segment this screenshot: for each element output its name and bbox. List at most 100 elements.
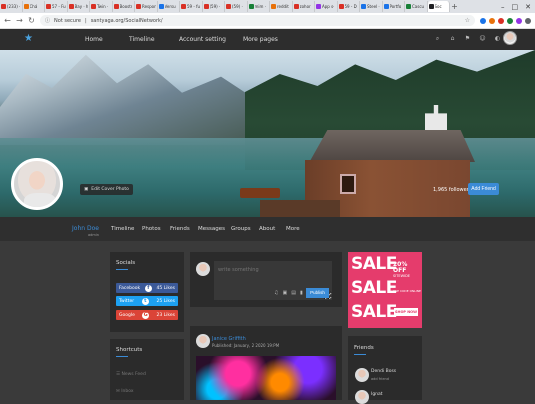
shortcut-news-feed[interactable]: ☰ News Feed <box>116 372 146 377</box>
tab-title: Versu <box>164 4 176 9</box>
bookmark-star-icon[interactable]: ☆ <box>465 17 470 24</box>
video-icon[interactable]: ▤ <box>291 290 296 296</box>
shortcut-inbox[interactable]: ✉ Inbox <box>116 389 134 394</box>
extension-icon[interactable] <box>516 17 522 24</box>
favicon-icon <box>293 4 299 9</box>
friend-avatar[interactable] <box>355 390 369 404</box>
sale-advertisement[interactable]: SALE SALE SALE 20% OFF SITEWIDE USE CODE… <box>348 252 422 328</box>
nav-timeline[interactable]: Timeline <box>129 29 155 50</box>
post-date: Published: January, 2 2020 19:PM <box>212 343 280 348</box>
browser-tab[interactable]: Twin · <box>90 1 113 12</box>
tab-photos[interactable]: Photos <box>142 217 161 241</box>
edit-cover-label: Edit Cover Photo <box>91 187 129 192</box>
browser-tab[interactable]: Versu <box>158 1 180 12</box>
user-avatar[interactable] <box>503 31 517 45</box>
browser-tab[interactable]: (59) · <box>203 1 225 12</box>
friends-title: Friends <box>354 345 374 351</box>
notification-icon[interactable]: ⚑ <box>464 33 471 45</box>
browser-tab[interactable]: Bay · ha <box>68 1 90 12</box>
browser-tab[interactable]: Chá <box>23 1 45 12</box>
favicon-icon <box>271 4 276 9</box>
file-icon[interactable]: ▮ <box>300 290 303 296</box>
extension-icon[interactable] <box>480 17 486 24</box>
social-facebook[interactable]: Facebook f 45 Likes <box>116 283 178 293</box>
social-count: 25 Likes <box>156 298 175 304</box>
tab-title: Twin · <box>97 4 109 9</box>
nav-home[interactable]: Home <box>85 29 103 50</box>
url-text: santyaga.org/SocialNetwork/ <box>90 17 163 24</box>
browser-tab[interactable]: reddit <box>270 1 293 12</box>
tab-title: 59 - D <box>344 4 357 9</box>
post-author-name[interactable]: Janice Griffith <box>212 336 246 342</box>
favicon-icon <box>23 4 29 9</box>
tab-about[interactable]: About <box>259 217 275 241</box>
profile-avatar[interactable] <box>11 158 63 210</box>
browser-tab[interactable]: Respon <box>135 1 158 12</box>
browser-tab[interactable]: 59 - fu <box>180 1 203 12</box>
tab-messages[interactable]: Messages <box>198 217 225 241</box>
post-author-avatar[interactable] <box>196 334 210 348</box>
post-image[interactable] <box>196 356 336 400</box>
friend-avatar[interactable] <box>355 368 369 382</box>
browser-tab[interactable]: zohor <box>293 1 315 12</box>
image-icon[interactable]: ▣ <box>282 290 287 296</box>
favicon-icon <box>68 4 74 9</box>
browser-tab[interactable]: App s· <box>315 1 338 12</box>
extension-icon[interactable] <box>489 17 495 24</box>
new-tab-icon[interactable]: + <box>450 2 459 11</box>
friend-sub[interactable]: add friend <box>371 377 389 381</box>
tab-friends[interactable]: Friends <box>170 217 190 241</box>
tab-title: Respon <box>142 4 156 9</box>
browser-tab[interactable]: Cascu <box>405 1 428 12</box>
edit-cover-button[interactable]: ▣ Edit Cover Photo <box>80 184 133 195</box>
reload-icon[interactable]: ↻ <box>28 16 35 25</box>
tab-title: Portfo <box>389 4 402 9</box>
social-twitter[interactable]: Twitter t 25 Likes <box>116 296 178 306</box>
not-secure-icon: ⓘ <box>45 18 51 24</box>
browser-tab[interactable]: (59) · <box>225 1 248 12</box>
browser-tab[interactable]: 59 - D <box>338 1 360 12</box>
back-icon[interactable]: ← <box>4 16 11 25</box>
browser-tab[interactable]: Steel · <box>360 1 383 12</box>
tab-timeline[interactable]: Timeline <box>111 217 134 241</box>
tab-title: Soc <box>434 4 442 9</box>
forward-icon[interactable]: → <box>16 16 23 25</box>
browser-tab[interactable]: Soc <box>427 1 450 12</box>
tab-groups[interactable]: Groups <box>231 217 251 241</box>
cover-cabin <box>260 130 475 217</box>
social-label: Facebook <box>119 285 141 291</box>
favicon-icon <box>181 4 186 9</box>
friend-name[interactable]: Ignat <box>371 392 383 397</box>
browser-tab[interactable]: mim · <box>248 1 270 12</box>
social-google[interactable]: Google G 23 Likes <box>116 310 178 320</box>
nav-more-pages[interactable]: More pages <box>243 29 278 50</box>
minimize-icon[interactable]: – <box>501 3 505 11</box>
browser-tab[interactable]: (233) · <box>0 1 23 12</box>
user-icon[interactable]: ☺ <box>479 33 486 45</box>
browser-tab[interactable]: Portfo <box>383 1 405 12</box>
browser-tab[interactable]: Boostr <box>113 1 135 12</box>
search-icon[interactable]: ⌕ <box>434 33 441 45</box>
url-input[interactable]: ⓘ Not secure | santyaga.org/SocialNetwor… <box>40 15 475 26</box>
app-logo-icon[interactable]: ★ <box>24 33 36 45</box>
browser-tab[interactable]: 57 - Fu <box>45 1 68 12</box>
close-icon[interactable]: ✕ <box>525 3 531 11</box>
nav-account-setting[interactable]: Account setting <box>179 29 226 50</box>
extension-icon[interactable] <box>525 17 531 24</box>
extension-icon[interactable] <box>507 17 513 24</box>
ad-shop-now-button[interactable]: SHOP NOW <box>394 308 418 316</box>
home-icon[interactable]: ⌂ <box>449 33 456 45</box>
publish-button[interactable]: Publish <box>306 288 329 298</box>
favicon-icon <box>46 4 51 9</box>
url-separator: | <box>85 17 87 24</box>
shortcuts-underline <box>116 356 128 357</box>
tab-title: mim · <box>254 4 266 9</box>
theme-toggle-icon[interactable]: ◐ <box>494 33 501 45</box>
maximize-icon[interactable]: □ <box>512 3 519 11</box>
add-friend-button[interactable]: Add Friend <box>468 183 499 195</box>
extension-icon[interactable] <box>498 17 504 24</box>
shortcut-label: News Feed <box>121 372 146 377</box>
tab-more[interactable]: More <box>286 217 300 241</box>
music-icon[interactable]: ♫ <box>274 290 278 296</box>
friend-name[interactable]: Dendi Boss <box>371 369 396 374</box>
